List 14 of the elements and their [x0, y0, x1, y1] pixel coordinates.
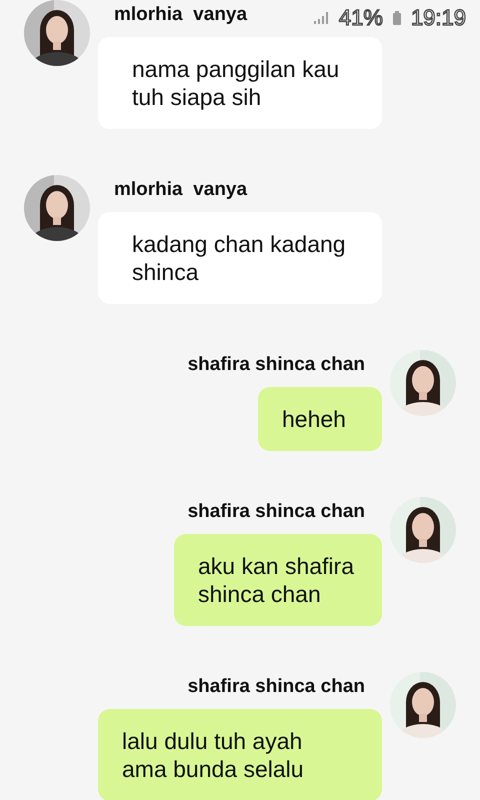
message-bubble: aku kan shafira shinca chan: [174, 534, 382, 626]
signal-icon: [312, 11, 329, 25]
message-bubble: heheh: [258, 387, 382, 451]
sender-name: shafira shinca chan: [188, 500, 366, 524]
clock-time: 19:19: [410, 4, 466, 32]
sender-name: shafira shinca chan: [188, 353, 366, 377]
message-bubble: kadang chan kadang shinca: [98, 212, 382, 304]
battery-icon: [392, 11, 401, 25]
battery-percent: 41%: [338, 4, 383, 32]
sender-name: shafira shinca chan: [188, 675, 366, 699]
message-bubble: nama panggilan kau tuh siapa sih: [98, 37, 382, 129]
message-bubble: lalu dulu tuh ayah ama bunda selalu: [98, 709, 382, 800]
sender-name: mlorhia vanya: [113, 178, 248, 202]
sender-name: mlorhia vanya: [113, 3, 248, 27]
